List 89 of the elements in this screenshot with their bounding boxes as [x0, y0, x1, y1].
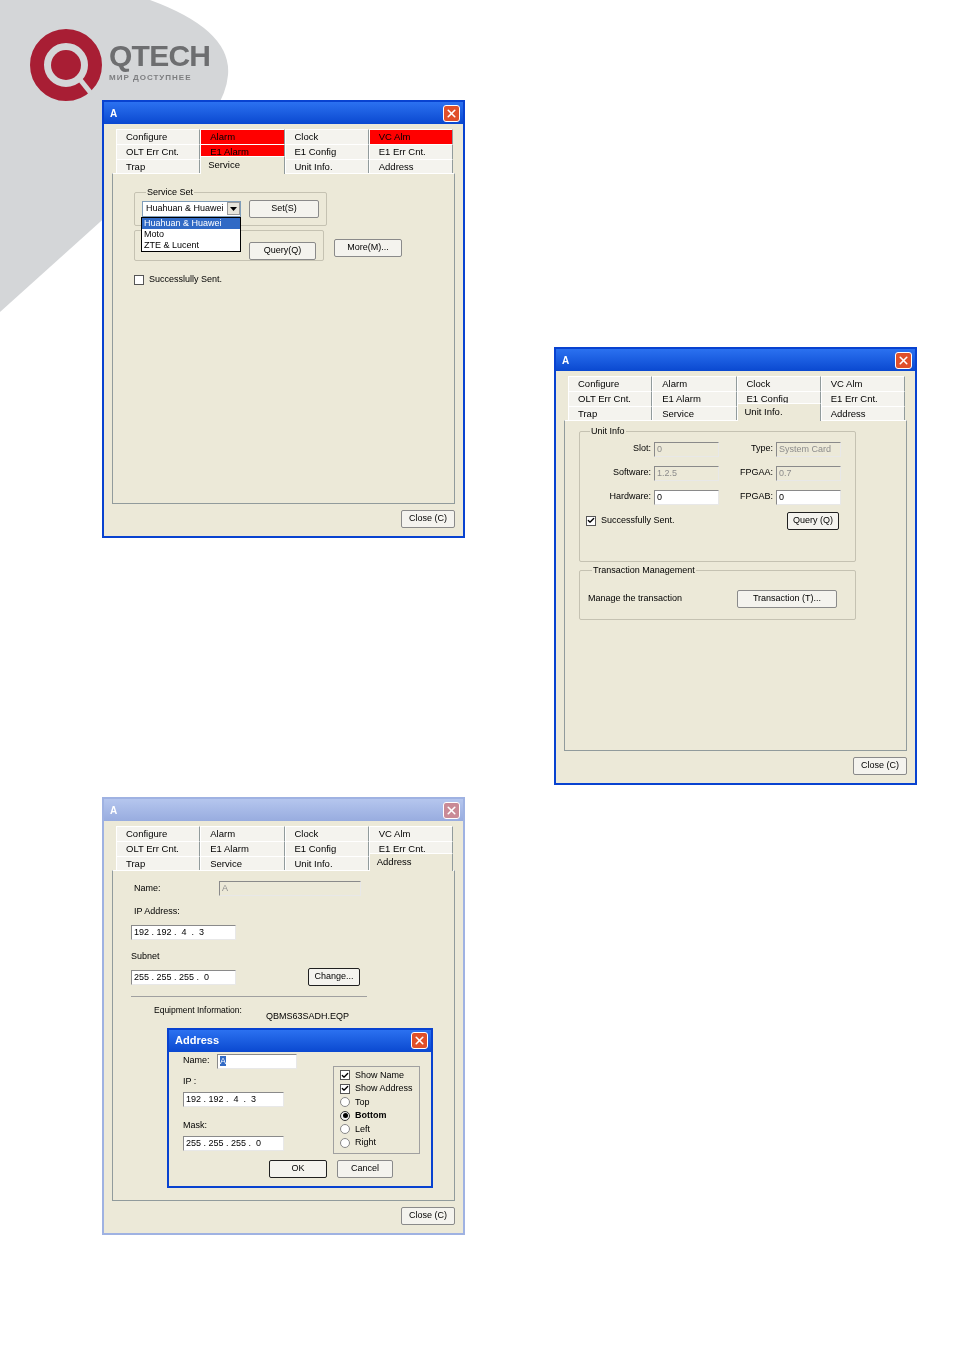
close-icon	[413, 1034, 426, 1047]
field-label: Hardware:	[608, 490, 652, 504]
radio-button[interactable]: Bottom	[340, 1109, 413, 1123]
window-title: A	[110, 803, 118, 818]
tab[interactable]: OLT Err Cnt.	[116, 144, 201, 159]
tab[interactable]: Configure	[116, 826, 201, 841]
field-label: Name:	[183, 1054, 211, 1068]
tab[interactable]: VC Alm	[820, 376, 905, 391]
dropdown[interactable]: Huahuan & Huawei	[142, 200, 241, 217]
group-title: Unit Info	[590, 425, 626, 438]
close-button[interactable]	[443, 801, 460, 819]
window-title: A	[110, 106, 118, 121]
tab[interactable]: E1 Config	[284, 144, 369, 159]
query-button[interactable]: Query(Q)	[249, 241, 316, 260]
logo-icon	[30, 29, 103, 102]
logo-tagline: МИР ДОСТУПНЕЕ	[109, 72, 193, 84]
tab[interactable]: Configure	[568, 376, 653, 391]
tab[interactable]: E1 Alarm	[200, 841, 285, 856]
window-title: Address	[175, 1033, 220, 1049]
tab[interactable]: E1 Err Cnt.	[820, 391, 905, 406]
input-field[interactable]: 0	[654, 489, 719, 505]
tab[interactable]: VC Alm	[368, 129, 453, 144]
ip-address-field[interactable]: 255 . 255 . 255 . 0	[183, 1135, 284, 1151]
close-button[interactable]	[895, 351, 912, 369]
field-label: Software:	[611, 466, 652, 480]
checkbox[interactable]: Show Name	[340, 1068, 413, 1082]
radio-button[interactable]: Right	[340, 1136, 413, 1150]
checkbox[interactable]: Successfully Sent.	[586, 513, 675, 528]
tab[interactable]: VC Alm	[368, 826, 453, 841]
more-button[interactable]: More(M)...	[334, 238, 402, 257]
tab[interactable]: Unit Info.	[736, 403, 821, 421]
tab[interactable]: Clock	[284, 826, 369, 841]
field-label: FPGAB:	[739, 490, 774, 504]
close-icon	[445, 106, 458, 120]
tab[interactable]: Alarm	[200, 826, 285, 841]
radio-button[interactable]: Left	[340, 1122, 413, 1136]
tab[interactable]: Address	[368, 853, 453, 871]
close-icon	[445, 803, 458, 817]
ip-address-field[interactable]: 192 . 192 . 4 . 3	[131, 924, 236, 940]
tab[interactable]: E1 Alarm	[652, 391, 737, 406]
checkbox[interactable]: Show Address	[340, 1082, 413, 1096]
equipment-file: QBMS63SADH.EQP	[266, 1010, 350, 1023]
close-dialog-button[interactable]: Close (C)	[401, 510, 455, 528]
field-label: Name:	[134, 881, 162, 895]
field-label: Type:	[750, 442, 774, 456]
tab[interactable]: E1 Config	[284, 841, 369, 856]
input-field[interactable]: 0	[776, 489, 841, 505]
ip-address-field[interactable]: 255 . 255 . 255 . 0	[131, 969, 236, 985]
check-icon	[587, 516, 595, 525]
dropdown-option[interactable]: ZTE & Lucent	[142, 240, 240, 251]
close-button[interactable]	[443, 104, 460, 122]
dropdown-option[interactable]: Huahuan & Huawei	[142, 218, 240, 229]
query-button[interactable]: Query (Q)	[787, 511, 839, 530]
logo-name: QTECH	[109, 39, 211, 72]
ip-address-field[interactable]: 192 . 192 . 4 . 3	[183, 1092, 284, 1107]
tab[interactable]: Alarm	[652, 376, 737, 391]
tab[interactable]: OLT Err Cnt.	[568, 391, 653, 406]
tab[interactable]: Clock	[736, 376, 821, 391]
window-title: A	[562, 353, 570, 368]
caret-icon	[227, 202, 240, 215]
field-label: IP Address:	[134, 905, 181, 918]
group-title: Service Set	[146, 186, 195, 199]
close-icon	[897, 353, 910, 367]
tab[interactable]: E1 Err Cnt.	[368, 144, 453, 159]
tab[interactable]: Service	[200, 156, 285, 174]
field-label: Subnet	[131, 949, 161, 963]
set-button[interactable]: Set(S)	[249, 199, 319, 218]
close-dialog-button[interactable]: Close (C)	[401, 1207, 455, 1225]
radio-button[interactable]: Top	[340, 1095, 413, 1109]
checkbox[interactable]: Successlully Sent.	[134, 273, 454, 287]
field-label: FPGAA:	[739, 466, 774, 480]
description-text: Manage the transaction	[588, 591, 683, 605]
transaction-button[interactable]: Transaction (T)...	[737, 589, 837, 608]
ok-button[interactable]: OK	[269, 1159, 327, 1178]
tab[interactable]: OLT Err Cnt.	[116, 841, 201, 856]
field-label: Slot:	[632, 442, 652, 456]
tab[interactable]: Alarm	[200, 129, 285, 144]
field-label: Equipment Information:	[154, 1004, 243, 1017]
input-field[interactable]: A	[217, 1053, 297, 1069]
field-label: Mask:	[183, 1119, 208, 1132]
tab[interactable]: Clock	[284, 129, 369, 144]
cancel-button[interactable]: Cancel	[337, 1159, 393, 1178]
close-dialog-button[interactable]: Close (C)	[853, 757, 907, 775]
change-button[interactable]: Change...	[308, 968, 360, 986]
tab[interactable]: Configure	[116, 129, 201, 144]
close-button[interactable]	[411, 1032, 428, 1049]
field-label: IP :	[183, 1074, 198, 1088]
group-title: Transaction Management	[592, 564, 696, 577]
dropdown-option[interactable]: Moto	[142, 229, 240, 240]
